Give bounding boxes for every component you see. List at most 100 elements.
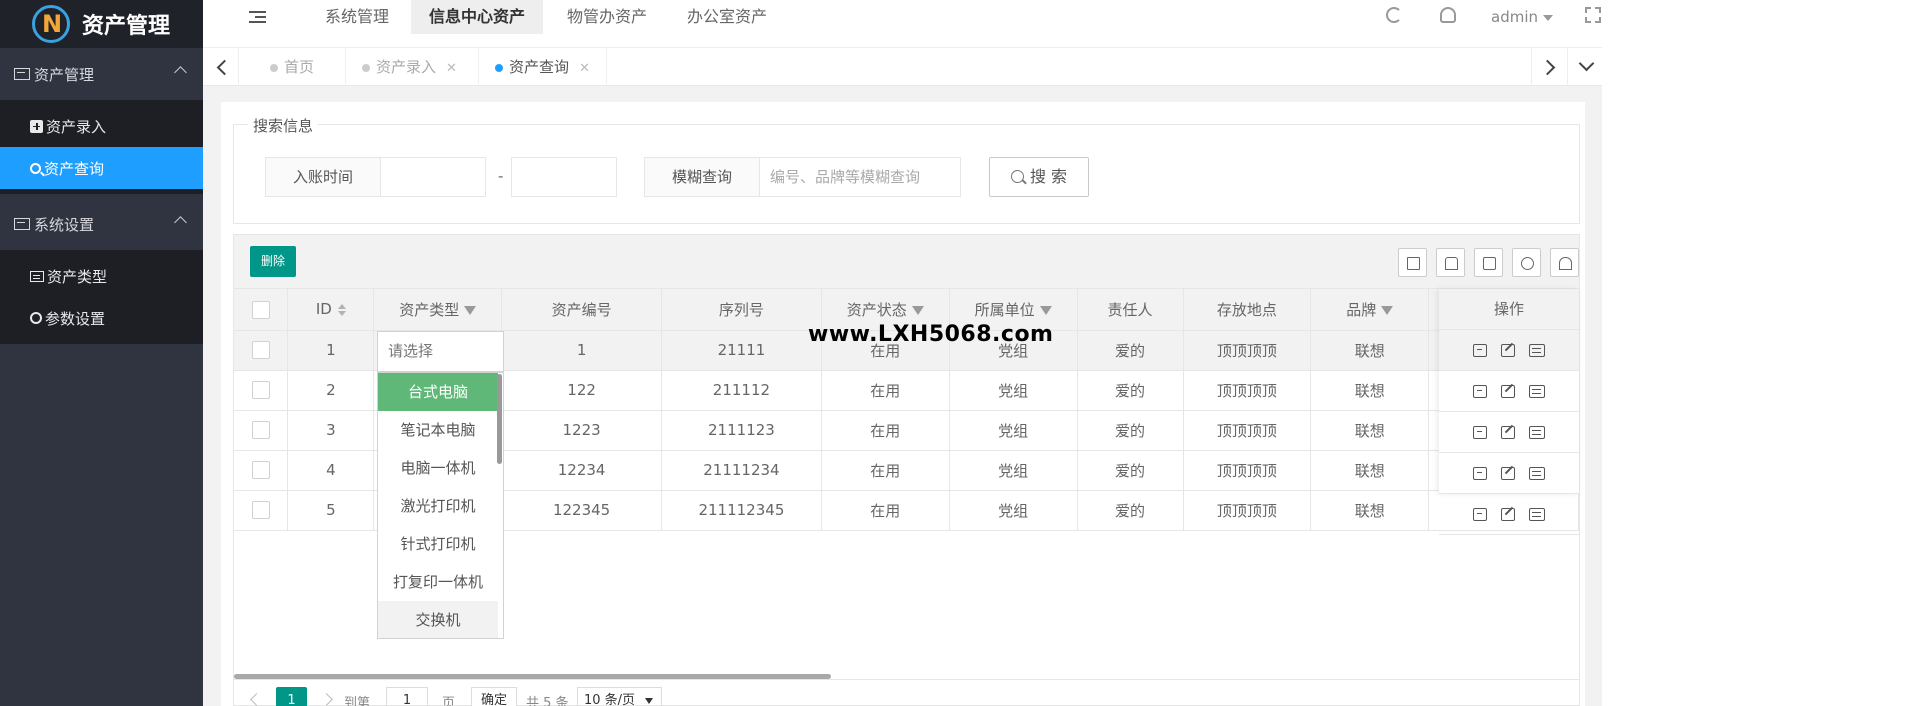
user-menu[interactable]: admin (1491, 0, 1553, 34)
pagination: 1 到第 1 页 确定 共 5 条 10 条/页 (234, 687, 1579, 706)
row-select-cell[interactable] (234, 410, 289, 451)
filter-icon[interactable] (1381, 305, 1394, 315)
fuzzy-search-input[interactable]: 编号、品牌等模糊查询 (759, 157, 961, 197)
row-checkbox[interactable] (251, 341, 270, 360)
dropdown-option[interactable]: 电脑一体机 (378, 449, 498, 487)
save-icon[interactable] (1473, 384, 1487, 398)
edit-icon[interactable] (1501, 425, 1515, 439)
delete-button[interactable]: 删除 (250, 246, 296, 277)
row-select-cell[interactable] (234, 490, 289, 531)
sidebar-group-system-settings[interactable]: 系统设置 (0, 198, 203, 250)
sidebar-group-asset-management[interactable]: 资产管理 (0, 48, 203, 100)
next-page-icon[interactable] (320, 693, 333, 706)
close-icon[interactable]: ✕ (446, 61, 457, 76)
operation-column: 操作 (1439, 289, 1579, 535)
date-from-input[interactable] (380, 157, 486, 197)
page-number-input[interactable]: 1 (386, 687, 428, 706)
select-all-checkbox[interactable] (251, 300, 270, 319)
save-icon[interactable] (1473, 466, 1487, 480)
asset-type-dropdown: 台式电脑 笔记本电脑 电脑一体机 激光打印机 针式打印机 打复印一体机 交换机 (377, 372, 504, 639)
sidebar: 资产管理 资产管理 资产录入 资产查询 系统设置 资产类型 参数设置 (0, 0, 203, 706)
filter-icon[interactable] (1039, 305, 1052, 315)
top-tab-property[interactable]: 物管办资产 (549, 0, 665, 34)
column-header-brand[interactable]: 品牌 (1310, 289, 1430, 331)
edit-icon[interactable] (1501, 466, 1515, 480)
cell-serial: 211112 (661, 370, 822, 411)
dropdown-scrollbar[interactable] (497, 374, 502, 464)
top-tab-office[interactable]: 办公室资产 (669, 0, 785, 34)
select-all-cell[interactable] (234, 289, 289, 331)
row-checkbox[interactable] (251, 461, 270, 480)
header-label: 品牌 (1346, 300, 1377, 319)
tabs-scroll-left-icon[interactable] (203, 48, 239, 86)
card-icon (14, 68, 30, 80)
tabs-scroll-right-icon[interactable] (1531, 48, 1567, 86)
row-checkbox[interactable] (251, 501, 270, 520)
import-icon[interactable] (1550, 248, 1579, 277)
dropdown-option[interactable]: 打复印一体机 (378, 563, 498, 601)
cell-brand: 联想 (1310, 410, 1430, 451)
fullscreen-icon[interactable] (1585, 7, 1601, 23)
dropdown-option[interactable]: 交换机 (378, 601, 498, 638)
edit-icon[interactable] (1501, 343, 1515, 357)
page-confirm-button[interactable]: 确定 (471, 687, 517, 706)
page-tab-home[interactable]: 首页 (254, 48, 346, 86)
refresh-icon[interactable] (1386, 7, 1402, 23)
cell-status: 在用 (821, 410, 950, 451)
dashboard-icon[interactable] (1440, 7, 1456, 23)
sort-icon[interactable] (337, 303, 346, 316)
top-tab-info-center[interactable]: 信息中心资产 (411, 0, 544, 34)
top-tab-system[interactable]: 系统管理 (307, 0, 407, 34)
date-to-input[interactable] (511, 157, 617, 197)
print-icon[interactable] (1474, 248, 1503, 277)
detail-icon[interactable] (1529, 343, 1545, 357)
top-header: 系统管理 信息中心资产 物管办资产 办公室资产 admin (203, 0, 1602, 48)
row-checkbox[interactable] (251, 381, 270, 400)
sidebar-item-asset-query[interactable]: 资产查询 (0, 147, 203, 189)
search-button[interactable]: 搜 索 (989, 157, 1089, 197)
detail-icon[interactable] (1529, 384, 1545, 398)
edit-icon[interactable] (1501, 384, 1515, 398)
prev-page-icon[interactable] (250, 693, 263, 706)
page-tab-asset-entry[interactable]: 资产录入 ✕ (346, 48, 479, 86)
column-header-type[interactable]: 资产类型 (373, 289, 503, 331)
save-icon[interactable] (1473, 343, 1487, 357)
column-filter-icon[interactable] (1398, 248, 1427, 277)
download-icon[interactable] (1512, 248, 1541, 277)
menu-toggle-icon[interactable] (249, 11, 266, 23)
close-icon[interactable]: ✕ (579, 61, 590, 76)
page-tab-asset-query[interactable]: 资产查询 ✕ (479, 48, 607, 86)
cell-owner: 爱的 (1077, 410, 1184, 451)
row-checkbox[interactable] (251, 421, 270, 440)
column-header-id[interactable]: ID (287, 289, 375, 331)
tab-dot-icon (495, 63, 503, 72)
page-size-select[interactable]: 10 条/页 (577, 687, 662, 706)
filter-icon[interactable] (464, 305, 477, 315)
sidebar-item-asset-type[interactable]: 资产类型 (0, 255, 203, 297)
filter-icon[interactable] (911, 305, 924, 315)
dropdown-option[interactable]: 笔记本电脑 (378, 411, 498, 449)
detail-icon[interactable] (1529, 507, 1545, 521)
dropdown-option[interactable]: 台式电脑 (378, 373, 498, 411)
sidebar-item-label: 资产查询 (44, 159, 105, 178)
save-icon[interactable] (1473, 425, 1487, 439)
detail-icon[interactable] (1529, 425, 1545, 439)
cell-location: 顶顶顶顶 (1183, 490, 1312, 531)
current-page-button[interactable]: 1 (276, 687, 307, 706)
sidebar-item-parameter-settings[interactable]: 参数设置 (0, 297, 203, 339)
save-icon[interactable] (1473, 507, 1487, 521)
column-header-operation: 操作 (1439, 289, 1579, 330)
edit-icon[interactable] (1501, 507, 1515, 521)
sidebar-item-asset-entry[interactable]: 资产录入 (0, 105, 203, 147)
row-select-cell[interactable] (234, 450, 289, 491)
app-logo[interactable]: 资产管理 (0, 0, 203, 48)
row-select-cell[interactable] (234, 330, 289, 371)
export-icon[interactable] (1436, 248, 1465, 277)
dropdown-option[interactable]: 针式打印机 (378, 525, 498, 563)
cell-owner: 爱的 (1077, 330, 1184, 371)
dropdown-option[interactable]: 激光打印机 (378, 487, 498, 525)
row-select-cell[interactable] (234, 370, 289, 411)
tabs-menu-icon[interactable] (1567, 48, 1603, 86)
detail-icon[interactable] (1529, 466, 1545, 480)
asset-type-select[interactable]: 请选择 (377, 331, 504, 372)
